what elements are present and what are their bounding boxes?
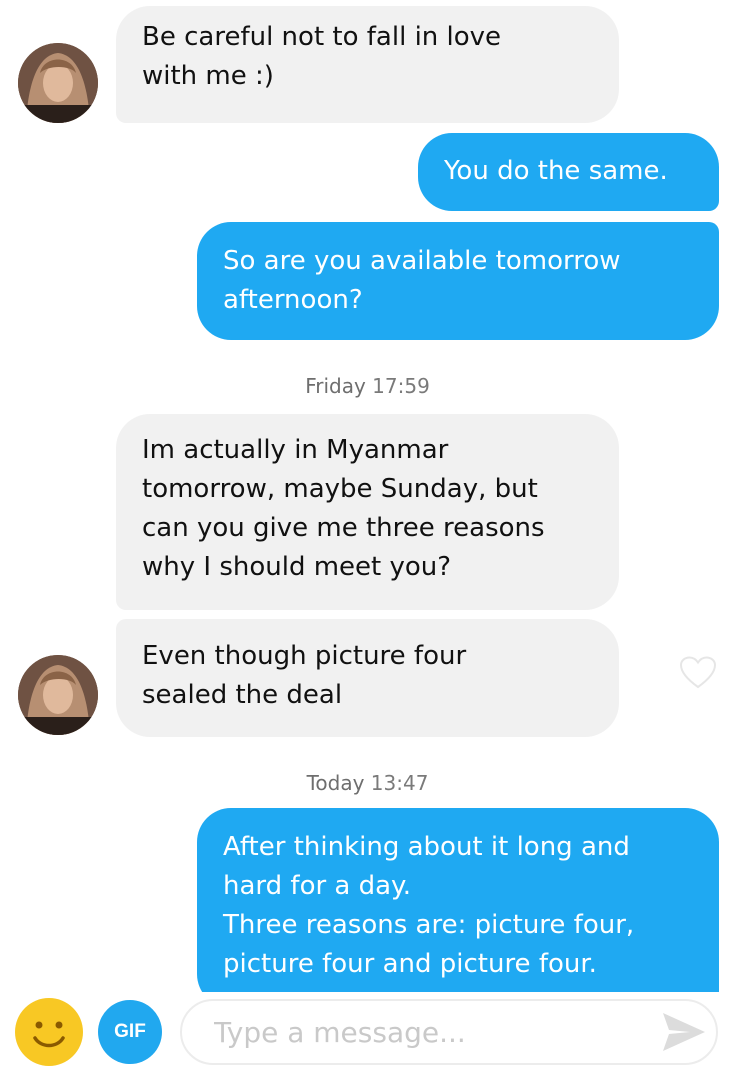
- message-input[interactable]: [180, 999, 718, 1065]
- smiley-face-icon[interactable]: [15, 998, 83, 1066]
- timestamp-day: Today: [306, 771, 365, 795]
- contact-avatar[interactable]: [18, 655, 98, 735]
- outgoing-message-bubble[interactable]: After thinking about it long and hard fo…: [197, 808, 719, 992]
- message-thread: Be careful not to fall in love with me :…: [0, 0, 735, 992]
- gif-button[interactable]: GIF: [98, 1000, 162, 1064]
- send-arrow-icon[interactable]: [660, 1009, 708, 1055]
- outgoing-message-bubble[interactable]: So are you available tomorrow afternoon?: [197, 222, 719, 340]
- incoming-message-bubble[interactable]: Even though picture four sealed the deal: [116, 619, 619, 737]
- outgoing-message-bubble[interactable]: You do the same.: [418, 133, 719, 211]
- incoming-message-bubble[interactable]: Im actually in Myanmar tomorrow, maybe S…: [116, 414, 619, 610]
- timestamp-divider: Today 13:47: [0, 771, 735, 795]
- timestamp-time: 17:59: [372, 374, 430, 398]
- contact-avatar[interactable]: [18, 43, 98, 123]
- incoming-message-bubble[interactable]: Be careful not to fall in love with me :…: [116, 6, 619, 123]
- timestamp-time: 13:47: [370, 771, 429, 795]
- heart-outline-icon[interactable]: [679, 656, 717, 690]
- timestamp-divider: Friday 17:59: [0, 374, 735, 398]
- timestamp-day: Friday: [305, 374, 366, 398]
- message-composer: GIF: [0, 992, 735, 1073]
